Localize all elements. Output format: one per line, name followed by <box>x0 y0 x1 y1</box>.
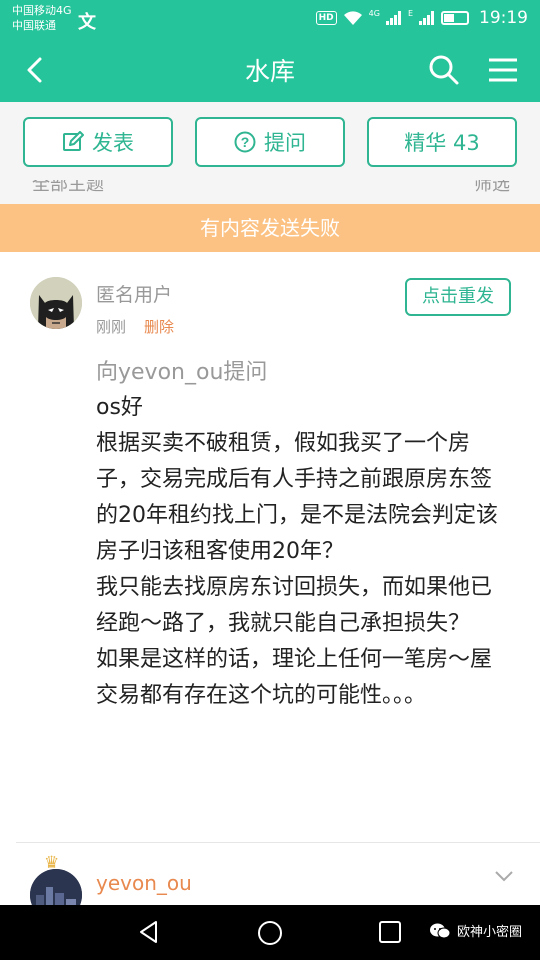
clock: 19:19 <box>479 8 528 28</box>
question-recipient: 向yevon_ou提问 <box>96 360 268 385</box>
status-bar: 中国移动4G 中国联通 文 HD 4G E 19:19 <box>0 0 540 38</box>
post-time: 刚刚 <box>96 318 127 336</box>
post-paragraph: 我只能去找原房东讨回损失，而如果他已经跑～路了，我就只能自己承担损失？ <box>96 575 493 636</box>
topic-post: 匿名用户 刚刚 删除 点击重发 向yevon_ou提问 os好 根据买卖不破租赁… <box>0 252 540 842</box>
ask-button[interactable]: ? 提问 <box>195 117 345 167</box>
post-paragraph: os好 <box>96 395 143 420</box>
batman-avatar-icon <box>30 277 82 329</box>
reply-avatar[interactable] <box>30 869 82 905</box>
all-topics-label[interactable]: 全部主题 <box>32 180 104 196</box>
reply-item[interactable]: ♛ yevon_ou <box>0 843 540 905</box>
post-paragraph: 如果是这样的话，理论上任何一笔房～屋交易都有存在这个坑的可能性。。。 <box>96 647 493 708</box>
network-type-1: 4G <box>368 8 380 18</box>
hd-badge: HD <box>315 11 337 25</box>
wechat-icon <box>429 923 451 938</box>
system-home-icon[interactable] <box>256 919 284 947</box>
filter-bar: 全部主题 筛选 <box>0 180 540 204</box>
system-back-icon[interactable] <box>136 919 162 945</box>
avatar[interactable] <box>30 277 82 329</box>
system-recents-icon[interactable] <box>378 920 402 944</box>
featured-button[interactable]: 精华 43 <box>367 117 517 167</box>
watermark: 欧神小密圈 <box>429 921 522 940</box>
carrier-info: 中国移动4G 中国联通 <box>12 3 72 33</box>
question-icon: ? <box>234 131 256 153</box>
signal-icon <box>385 11 401 25</box>
notification-app-icon: 文 <box>78 12 96 33</box>
carrier-2: 中国联通 <box>12 19 56 32</box>
top-nav-bar: 水库 <box>0 38 540 102</box>
resend-button[interactable]: 点击重发 <box>405 278 511 316</box>
post-author[interactable]: 匿名用户 <box>96 280 172 307</box>
delete-link[interactable]: 删除 <box>144 316 174 337</box>
post-button-label: 发表 <box>92 131 134 155</box>
post-paragraph: 根据买卖不破租赁，假如我买了一个房子，交易完成后有人手持之前跟原房东签的20年租… <box>96 431 498 564</box>
status-icons: HD 4G E 19:19 <box>315 8 528 28</box>
watermark-text: 欧神小密圈 <box>456 925 522 940</box>
search-icon[interactable] <box>426 52 462 88</box>
ask-button-label: 提问 <box>264 131 306 155</box>
network-type-2: E <box>407 8 413 18</box>
carrier-1: 中国移动4G <box>12 4 72 17</box>
city-avatar-icon <box>30 869 82 905</box>
battery-icon <box>441 11 469 25</box>
reply-author[interactable]: yevon_ou <box>96 871 192 895</box>
send-failed-banner: 有内容发送失败 <box>0 204 540 252</box>
signal-icon-2 <box>419 11 434 25</box>
filter-label[interactable]: 筛选 <box>474 180 510 196</box>
chevron-down-icon[interactable] <box>494 869 514 883</box>
svg-text:?: ? <box>241 134 250 150</box>
post-button[interactable]: 发表 <box>23 117 173 167</box>
edit-icon <box>63 131 84 151</box>
post-body: os好 根据买卖不破租赁，假如我买了一个房子，交易完成后有人手持之前跟原房东签的… <box>96 390 506 714</box>
featured-button-label: 精华 43 <box>404 131 480 155</box>
menu-icon[interactable] <box>486 54 520 86</box>
wifi-icon <box>343 10 362 25</box>
system-nav-bar: 欧神小密圈 <box>0 905 540 960</box>
action-bar: 发表 ? 提问 精华 43 <box>0 102 540 180</box>
